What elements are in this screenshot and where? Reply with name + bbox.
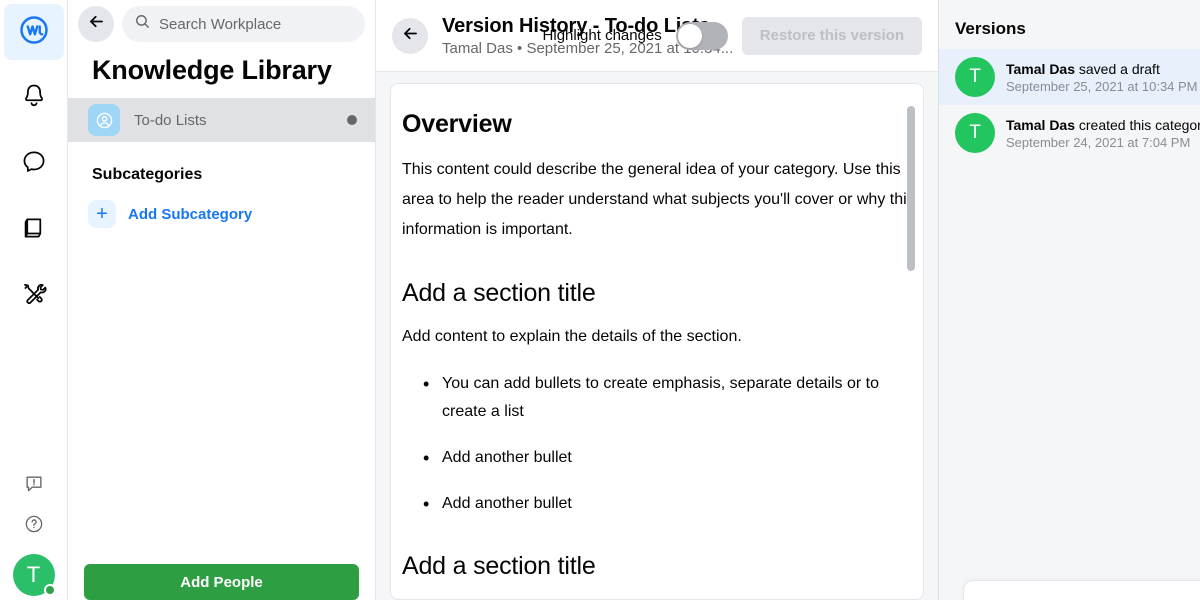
highlight-changes-label: Highlight changes <box>542 27 662 44</box>
bottom-overlay-card <box>963 580 1200 600</box>
version-action-1: created this category <box>1075 116 1200 133</box>
list-item: Add another bullet <box>423 490 922 518</box>
version-author-0: Tamal Das <box>1006 60 1075 77</box>
version-action-0: saved a draft <box>1075 60 1160 77</box>
header-subtitle: Tamal Das • September 25, 2021 at 10:34.… <box>442 39 734 57</box>
section-title-2: Add a section title <box>402 552 596 580</box>
document-scrollbar[interactable] <box>907 84 915 599</box>
restore-this-version-button[interactable]: Restore this version <box>741 16 922 55</box>
page-title: Knowledge Library <box>92 55 332 85</box>
version-history-header: Version History - To-do Lists Tamal Das … <box>376 0 938 72</box>
tools-icon <box>20 280 48 313</box>
list-item: Add another bullet <box>423 444 922 472</box>
add-subcategory-button[interactable]: + Add Subcategory <box>68 184 375 228</box>
avatar: T <box>955 113 995 153</box>
version-item-0[interactable]: T Tamal Das saved a draft September 25, … <box>939 49 1200 105</box>
main-column: Version History - To-do Lists Tamal Das … <box>376 0 938 600</box>
version-author-1: Tamal Das <box>1006 116 1075 133</box>
section-bullet-list-1: You can add bullets to create emphasis, … <box>402 370 922 518</box>
version-description-1: Tamal Das created this category <box>1006 116 1200 133</box>
search-placeholder: Search Workplace <box>159 15 282 33</box>
sidebar-item-status-dot <box>347 115 357 125</box>
section-paragraph-1: Add content to explain the details of th… <box>402 328 742 345</box>
sidebar-search-row: Search Workplace <box>68 0 375 46</box>
help-question-icon <box>23 513 45 540</box>
arrow-left-icon <box>87 12 106 36</box>
rail-item-workplace[interactable] <box>3 4 64 60</box>
section-paragraph-2: Add a paragraph to explain the details o… <box>402 595 922 599</box>
avatar-initial: T <box>26 562 41 587</box>
sidebar-item-label: To-do Lists <box>134 111 207 129</box>
rail-item-chat[interactable] <box>4 136 64 192</box>
add-people-button[interactable]: Add People <box>84 564 359 600</box>
section-title-1: Add a section title <box>402 279 596 307</box>
rail-item-tools[interactable] <box>4 268 64 324</box>
help-button[interactable] <box>12 506 56 546</box>
knowledge-library-sidebar: Search Workplace Knowledge Library To-do… <box>68 0 376 600</box>
app-root: T Search Workplace Knowledge Library To-… <box>0 0 1200 600</box>
rail-bottom-group: T <box>0 466 67 600</box>
versions-panel: Versions T Tamal Das saved a draft Septe… <box>938 0 1200 600</box>
bell-icon <box>20 82 48 115</box>
document-card: Overview This content could describe the… <box>390 83 924 600</box>
version-description-0: Tamal Das saved a draft <box>1006 61 1190 77</box>
left-icon-rail: T <box>0 0 68 600</box>
avatar-initial: T <box>969 66 981 87</box>
version-timestamp-0: September 25, 2021 at 10:34 PM <box>1006 78 1198 94</box>
add-subcategory-label: Add Subcategory <box>128 205 253 223</box>
avatar: T <box>955 57 995 97</box>
document-scrollbar-thumb[interactable] <box>907 106 915 271</box>
sidebar-item-todo-lists[interactable]: To-do Lists <box>68 98 375 142</box>
versions-heading: Versions <box>955 19 1026 38</box>
user-avatar[interactable]: T <box>12 554 56 596</box>
rail-item-knowledge-library[interactable] <box>4 202 64 258</box>
version-item-1[interactable]: T Tamal Das created this category Septem… <box>939 105 1200 161</box>
workplace-logo-icon <box>19 15 49 50</box>
version-text-1: Tamal Das created this category Septembe… <box>1006 116 1200 150</box>
version-timestamp-1: September 24, 2021 at 7:04 PM <box>1006 134 1191 150</box>
subcategories-heading: Subcategories <box>92 166 203 183</box>
chat-bubble-icon <box>20 148 48 181</box>
highlight-changes-toggle[interactable] <box>675 21 728 50</box>
book-icon <box>20 214 48 247</box>
search-icon <box>134 13 151 35</box>
document-heading: Overview <box>402 110 512 138</box>
feedback-icon <box>23 473 45 500</box>
header-titles: Version History - To-do Lists Tamal Das … <box>442 14 734 57</box>
arrow-left-icon <box>401 24 420 48</box>
rail-top-group <box>0 0 67 334</box>
list-item: You can add bullets to create emphasis, … <box>423 370 922 426</box>
sidebar-back-button[interactable] <box>78 6 114 42</box>
avatar-initial: T <box>969 122 981 143</box>
feedback-button[interactable] <box>12 466 56 506</box>
document-area: Overview This content could describe the… <box>376 72 938 600</box>
online-status-dot <box>43 584 56 596</box>
rail-item-notifications[interactable] <box>4 70 64 126</box>
toggle-knob <box>677 23 702 48</box>
search-input[interactable]: Search Workplace <box>122 6 365 42</box>
header-back-button[interactable] <box>392 17 428 54</box>
document-content: Overview This content could describe the… <box>391 84 923 599</box>
document-intro-paragraph: This content could describe the general … <box>402 161 915 238</box>
document-body: Overview This content could describe the… <box>402 110 922 599</box>
sidebar-footer: Add People <box>68 564 375 600</box>
plus-icon: + <box>88 200 116 228</box>
person-circle-icon <box>88 104 120 136</box>
version-text-0: Tamal Das saved a draft September 25, 20… <box>1006 61 1198 94</box>
header-title: Version History - To-do Lists <box>442 14 710 37</box>
